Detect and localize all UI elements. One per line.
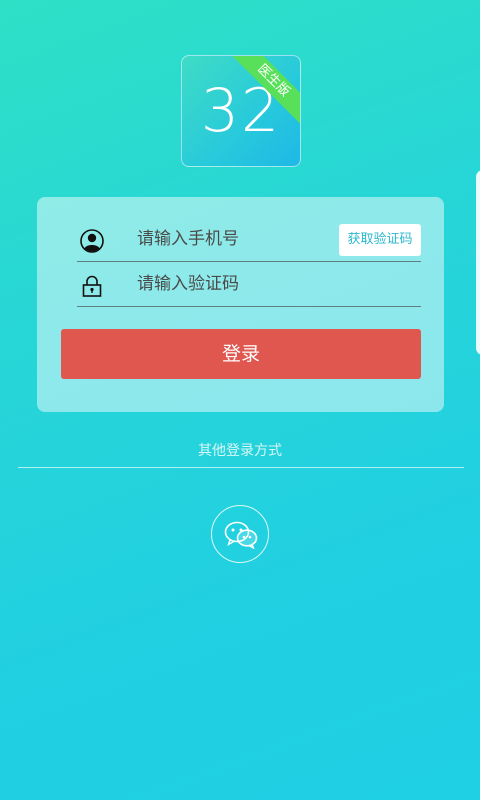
wechat-login-button[interactable]: [211, 505, 269, 563]
user-icon: [80, 229, 104, 253]
get-code-button[interactable]: 获取验证码: [339, 224, 421, 256]
code-row: [77, 262, 421, 307]
wechat-icon: [224, 521, 258, 549]
side-edge-handle: [476, 170, 480, 355]
lock-icon: [82, 275, 102, 297]
phone-input[interactable]: [137, 223, 327, 255]
app-logo: 32 医生版: [181, 55, 301, 167]
login-button[interactable]: 登录: [61, 329, 421, 379]
phone-row: 获取验证码: [77, 217, 421, 262]
other-login-label: 其他登录方式: [198, 443, 282, 459]
divider: [18, 467, 464, 468]
code-input[interactable]: [137, 268, 327, 300]
login-card: 获取验证码 登录: [37, 197, 444, 412]
